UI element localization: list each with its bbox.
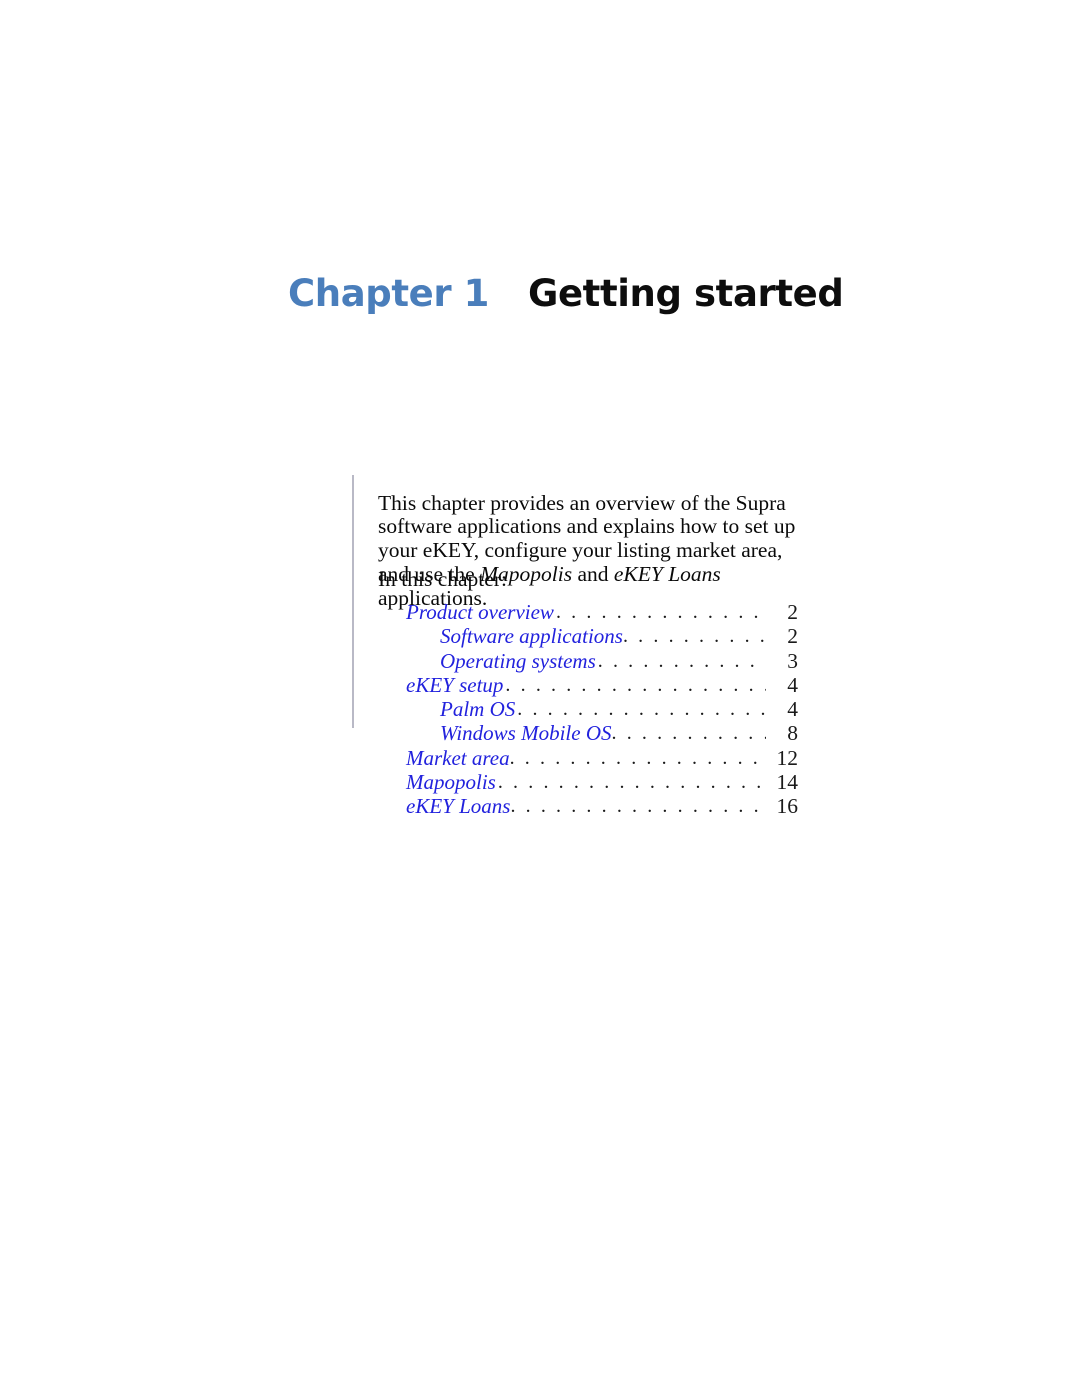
toc-entry-title: Operating systems [440, 648, 596, 673]
toc-entry-title: Market area [406, 745, 510, 770]
toc-entry-page-number: 8 [787, 721, 798, 746]
toc-dot-leader [505, 674, 766, 697]
toc-entry-page-number: 16 [776, 794, 799, 819]
page-title: Chapter 1 Getting started [288, 272, 844, 315]
chapter-title-text: Getting started [528, 272, 844, 315]
intro-paragraph: This chapter provides an overview of the… [378, 491, 808, 611]
toc-entry[interactable]: Product overview 2 [378, 600, 798, 625]
toc-entry-page-number: 14 [776, 770, 799, 795]
toc-entry-page-number: 4 [787, 697, 798, 722]
toc-entry-page-number: 3 [787, 648, 798, 673]
intro-text-part-2: and [572, 561, 614, 586]
document-page: Chapter 1 Getting started This chapter p… [0, 0, 1080, 1397]
toc-entry-title: Mapopolis [406, 770, 496, 795]
toc-entry-title: Palm OS [440, 697, 516, 722]
toc-entry-title: eKEY Loans [406, 794, 511, 819]
chapter-number-label: Chapter 1 [288, 272, 490, 315]
toc-dot-leader [556, 601, 766, 624]
toc-entry[interactable]: Palm OS 4 [378, 697, 798, 722]
toc-entry[interactable]: Windows Mobile OS 8 [378, 722, 798, 746]
toc-dot-leader [598, 650, 766, 673]
toc-entry-title: Product overview [406, 600, 554, 624]
toc-entry[interactable]: Operating systems 3 [378, 648, 798, 674]
change-bar-rule [352, 475, 354, 728]
toc-dot-leader [623, 625, 766, 648]
toc-dot-leader [510, 747, 766, 770]
table-of-contents: Product overview2Software applications2O… [378, 600, 799, 820]
intro-emphasis-ekey-loans: eKEY Loans [613, 561, 721, 586]
toc-entry-page-number: 2 [787, 624, 798, 649]
toc-dot-leader [612, 722, 767, 745]
in-this-chapter-label: In this chapter: [378, 567, 507, 591]
toc-entry-page-number: 12 [776, 745, 799, 770]
toc-entry[interactable]: Market area 12 [378, 745, 799, 771]
toc-dot-leader [498, 771, 766, 794]
toc-entry[interactable]: Mapopolis 14 [378, 770, 799, 795]
toc-entry[interactable]: eKEY setup 4 [378, 672, 798, 698]
toc-dot-leader [510, 795, 766, 818]
toc-entry-title: Windows Mobile OS [440, 721, 612, 746]
toc-entry-title: Software applications [440, 624, 623, 649]
toc-entry[interactable]: Software applications 2 [378, 624, 798, 649]
toc-entry-page-number: 2 [787, 600, 798, 624]
toc-entry[interactable]: eKEY Loans 16 [378, 795, 798, 819]
toc-entry-page-number: 4 [787, 672, 798, 697]
toc-entry-title: eKEY setup [406, 672, 504, 697]
toc-dot-leader [517, 698, 766, 721]
